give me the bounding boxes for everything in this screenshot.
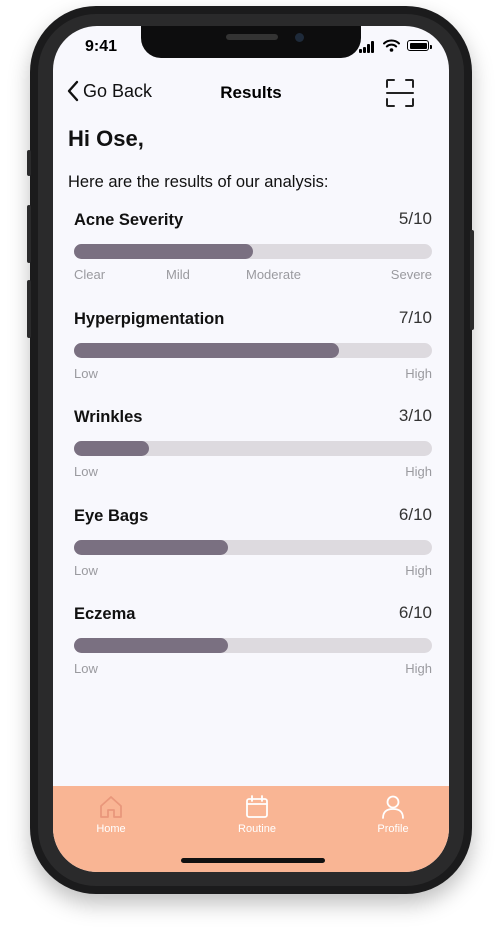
scale-label: Low	[74, 366, 98, 381]
battery-icon	[407, 40, 432, 51]
greeting-heading: Hi Ose,	[68, 126, 144, 151]
result-score: 6/10	[398, 505, 432, 524]
scale-label: Clear	[74, 267, 106, 282]
scan-button[interactable]	[385, 78, 415, 108]
top-bar: Go Back Results	[53, 78, 449, 112]
result-name: Acne Severity	[74, 211, 184, 229]
volume-down-button	[27, 280, 31, 338]
result-score: 7/10	[398, 308, 432, 327]
scan-icon	[386, 79, 414, 107]
tab-home[interactable]: Home	[71, 794, 151, 835]
tab-home-label: Home	[96, 823, 126, 835]
tab-routine-label: Routine	[238, 823, 276, 835]
progress-fill	[74, 441, 149, 456]
scale-label: Mild	[166, 267, 190, 282]
progress-fill	[74, 540, 228, 555]
progress-track	[74, 638, 432, 653]
app-screen: 9:41 Go Back Results Hi Ose, Here are th…	[53, 26, 449, 872]
progress-track	[74, 540, 432, 555]
scale-label: High	[405, 366, 432, 381]
result-row: Eye Bags 6/10 Low High	[74, 505, 432, 587]
scale-label: High	[405, 464, 432, 479]
result-row: Acne Severity 5/10 Clear Mild Moderate Severe	[74, 209, 432, 291]
progress-track	[74, 244, 432, 259]
calendar-icon	[246, 795, 268, 818]
scale-label: Severe	[390, 267, 432, 282]
result-row: Wrinkles 3/10 Low High	[74, 406, 432, 488]
power-button	[470, 230, 474, 330]
result-row: Eczema 6/10 Low High	[74, 603, 432, 685]
tab-routine[interactable]: Routine	[217, 794, 297, 835]
status-time: 9:41	[85, 38, 118, 55]
result-name: Eczema	[74, 605, 136, 623]
status-icons	[359, 39, 432, 53]
tab-profile-label: Profile	[377, 823, 409, 835]
scale-label: Low	[74, 464, 98, 479]
result-score: 6/10	[398, 603, 432, 622]
progress-fill	[74, 343, 339, 358]
notch	[141, 26, 361, 58]
result-name: Hyperpigmentation	[74, 310, 225, 328]
result-name: Wrinkles	[74, 408, 143, 426]
scale-label: High	[405, 563, 432, 578]
scale-label: Low	[74, 563, 98, 578]
result-score: 3/10	[398, 406, 432, 425]
volume-up-button	[27, 205, 31, 263]
wifi-icon	[383, 39, 400, 52]
scale-label: Moderate	[246, 267, 301, 282]
tab-profile[interactable]: Profile	[353, 794, 433, 835]
silent-switch	[27, 150, 31, 176]
result-score: 5/10	[398, 209, 432, 228]
progress-fill	[74, 244, 253, 259]
progress-track	[74, 441, 432, 456]
tab-bar: Home Routine Profile	[53, 786, 449, 872]
scale-label: Low	[74, 661, 98, 676]
result-row: Hyperpigmentation 7/10 Low High	[74, 308, 432, 390]
intro-text: Here are the results of our analysis:	[68, 173, 329, 191]
speaker-grille	[226, 34, 278, 40]
progress-fill	[74, 638, 228, 653]
scale-label: High	[405, 661, 432, 676]
home-icon	[100, 796, 122, 818]
result-name: Eye Bags	[74, 507, 149, 525]
home-indicator	[181, 858, 325, 863]
progress-track	[74, 343, 432, 358]
user-icon	[382, 795, 404, 819]
front-camera	[295, 33, 304, 42]
